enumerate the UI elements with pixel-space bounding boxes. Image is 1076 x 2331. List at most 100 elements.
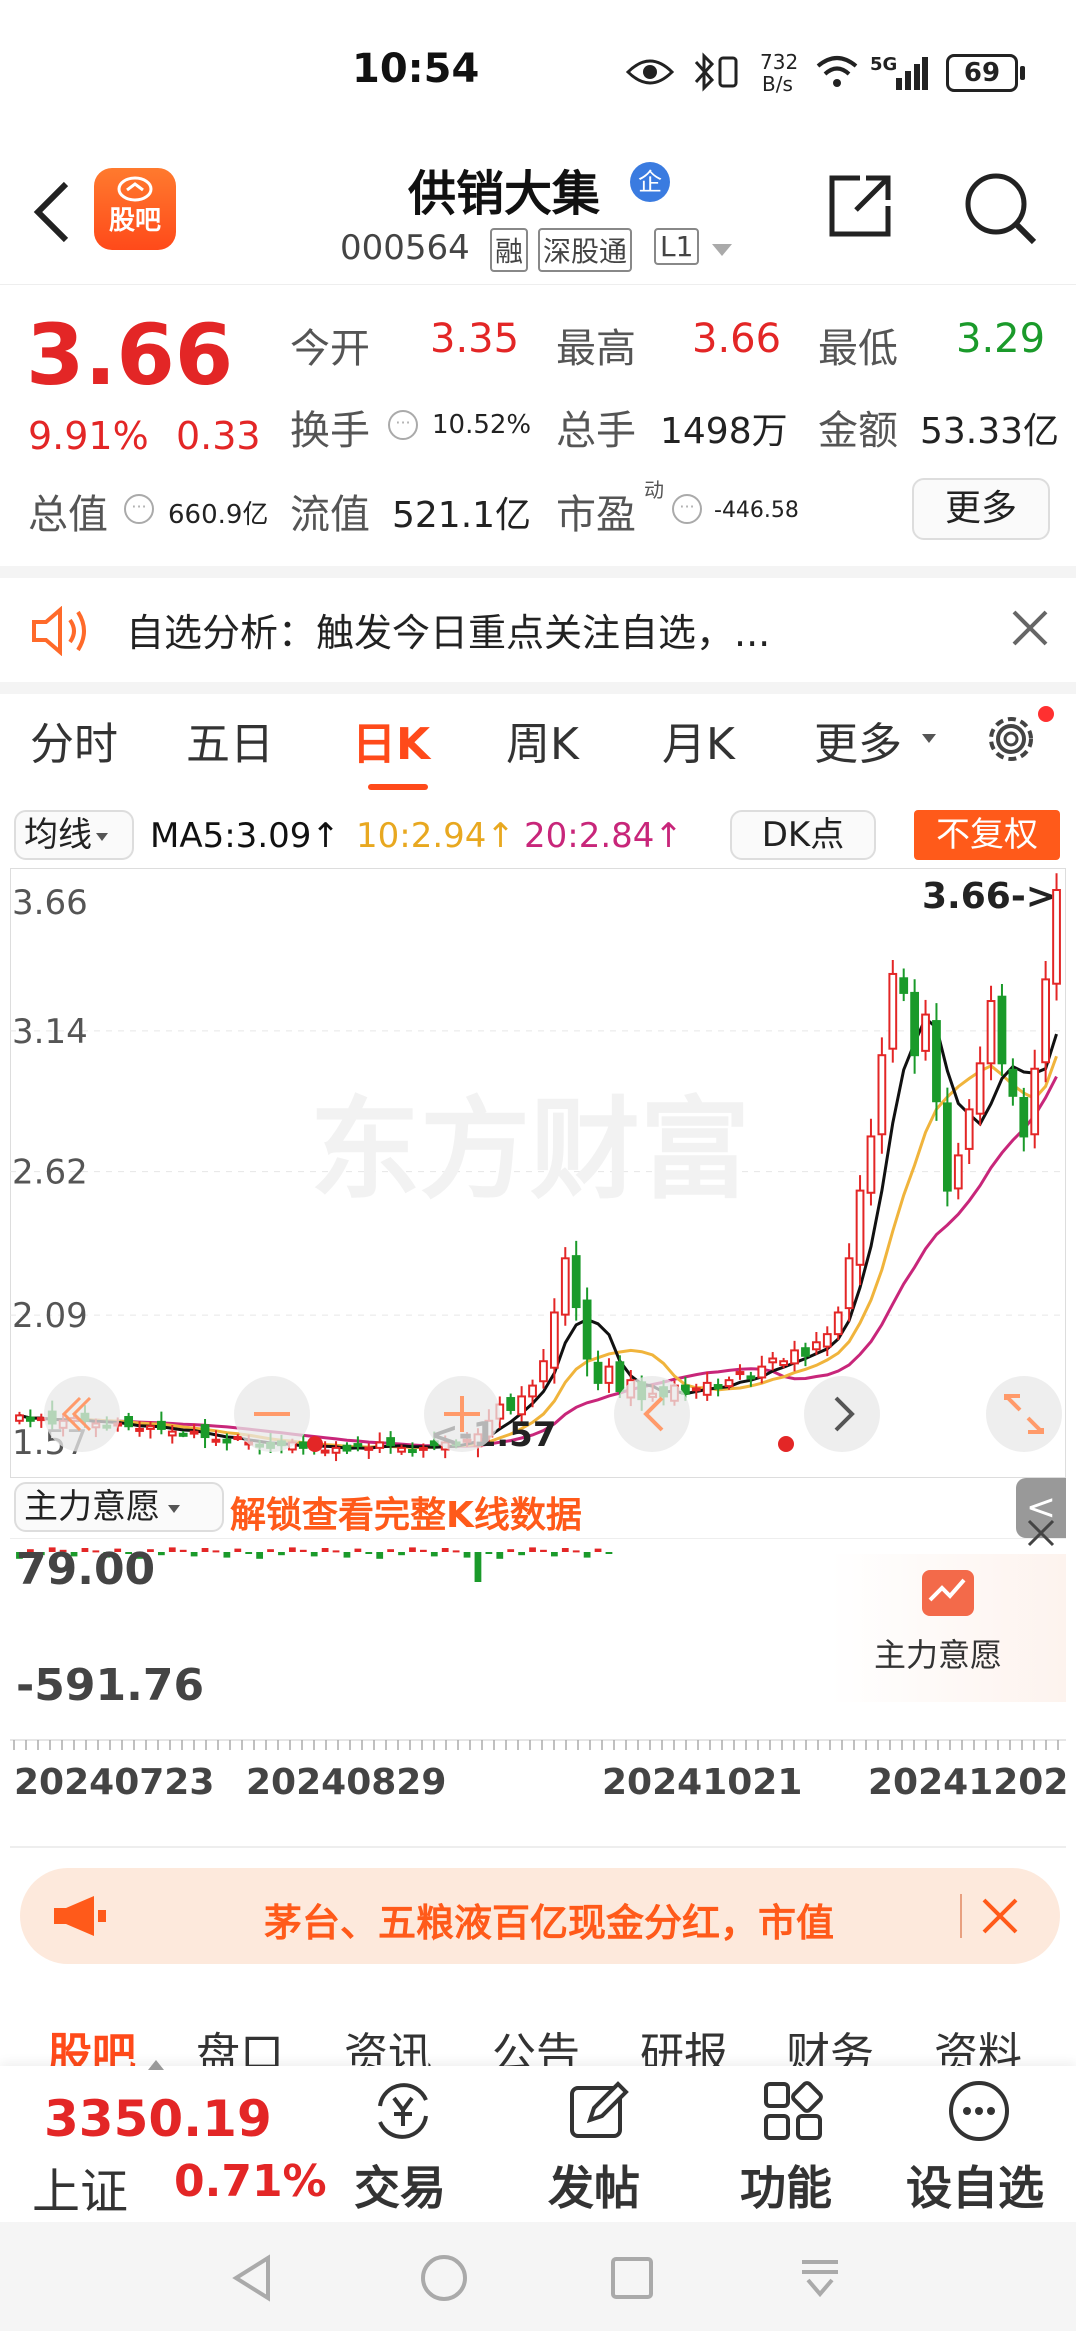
candle-body xyxy=(156,1420,166,1430)
candle-body xyxy=(757,1365,767,1379)
eye-icon xyxy=(626,59,674,85)
candle-body xyxy=(790,1349,799,1365)
indicator-bar xyxy=(398,1552,405,1556)
indicator-bar xyxy=(387,1549,395,1552)
function-button[interactable]: 功能 xyxy=(740,2152,832,2218)
tab-weekly-k[interactable]: 周K xyxy=(506,708,579,772)
x-tick-label: 20241021 xyxy=(602,1762,802,1803)
scroll-right-button[interactable] xyxy=(804,1376,880,1452)
guba-logo-icon xyxy=(117,176,153,202)
gear-icon[interactable] xyxy=(980,708,1042,770)
scroll-left-button[interactable] xyxy=(614,1376,690,1452)
candle-body xyxy=(746,1375,756,1380)
candle-body xyxy=(997,995,1007,1065)
candle-body xyxy=(418,1446,428,1451)
candle-body xyxy=(408,1449,417,1454)
ma10-value: 10:2.94↑ xyxy=(356,816,515,856)
more-button[interactable]: 更多 xyxy=(912,478,1050,540)
search-icon[interactable] xyxy=(960,168,1040,248)
nav-home-icon[interactable] xyxy=(420,2254,468,2302)
tab-monthly-k[interactable]: 月K xyxy=(662,708,735,772)
indicator-bar xyxy=(485,1552,493,1554)
promo-banner[interactable]: 茅台、五粮液百亿现金分红，市值 xyxy=(20,1868,1060,1964)
tab-intraday[interactable]: 分时 xyxy=(30,708,118,772)
candle-body xyxy=(178,1432,188,1437)
candle-body xyxy=(866,1135,876,1194)
indicator-bar xyxy=(496,1552,504,1559)
signal-dot xyxy=(307,1436,323,1452)
close-icon[interactable] xyxy=(1010,608,1050,648)
open-value: 3.35 xyxy=(430,316,520,362)
nav-recents-icon[interactable] xyxy=(610,2256,654,2300)
high-value: 3.66 xyxy=(692,316,782,362)
back-to-start-button[interactable] xyxy=(44,1376,120,1452)
caret-down-icon xyxy=(168,1504,180,1513)
high-label: 最高 xyxy=(556,326,636,372)
candle-body xyxy=(615,1361,625,1393)
share-icon[interactable] xyxy=(826,170,896,240)
notice-bar[interactable]: 自选分析：触发今日重点关注自选，... xyxy=(0,578,1076,682)
indicator-bottom-value: -591.76 xyxy=(16,1660,205,1711)
indicator-bar xyxy=(256,1552,264,1559)
chevron-down-icon[interactable] xyxy=(712,244,732,256)
ma-selector[interactable]: 均线 xyxy=(14,810,134,860)
candle-body xyxy=(211,1438,221,1443)
pe-info-icon[interactable]: ··· xyxy=(672,494,702,524)
ma-bar: 均线 MA5:3.09↑ 10:2.94↑ 20:2.84↑ DK点 不复权 xyxy=(0,806,1076,864)
tab-more[interactable]: 更多 xyxy=(814,708,902,772)
candle-body xyxy=(353,1443,363,1448)
index-pct[interactable]: 0.71% xyxy=(174,2156,327,2207)
candle-body xyxy=(25,1416,35,1422)
float-value: 521.1亿 xyxy=(392,495,532,536)
indicator-bar xyxy=(430,1552,438,1557)
fq-button[interactable]: 不复权 xyxy=(914,810,1060,860)
zoom-in-button[interactable] xyxy=(424,1376,500,1452)
candle-body xyxy=(724,1379,734,1388)
turnover-label: 换手 xyxy=(290,408,370,454)
trade-button[interactable]: 交易 xyxy=(354,2152,446,2218)
megaphone-icon xyxy=(54,1896,106,1936)
caret-down-icon xyxy=(922,734,936,743)
tab-five-day[interactable]: 五日 xyxy=(186,708,274,772)
turnover-info-icon[interactable]: ··· xyxy=(388,410,418,440)
nav-back-icon[interactable] xyxy=(230,2254,274,2302)
indicator-bar xyxy=(452,1550,460,1553)
indicator-bar xyxy=(343,1552,351,1558)
candle-body xyxy=(1008,1068,1018,1097)
guba-logo[interactable]: 股吧 xyxy=(94,168,176,250)
k-line-chart[interactable]: 东方财富 3.663.142.622.091.57 3.66-> <-1.57 xyxy=(10,868,1066,1478)
close-icon[interactable] xyxy=(1026,1518,1056,1548)
indicator-bar xyxy=(550,1552,558,1557)
candle-body xyxy=(124,1416,134,1428)
tab-daily-k[interactable]: 日K xyxy=(352,708,430,772)
index-name[interactable]: 上证 xyxy=(32,2152,128,2222)
close-icon[interactable] xyxy=(980,1896,1020,1936)
net-speed-top: 732 xyxy=(760,50,799,74)
add-watchlist-button[interactable]: 设自选 xyxy=(906,2152,1044,2218)
candle-body xyxy=(298,1441,308,1449)
float-label: 流值 xyxy=(290,492,370,538)
divider xyxy=(0,682,1076,694)
period-tabs: 分时 五日 日K 周K 月K 更多 xyxy=(0,706,1076,790)
nav-dropdown-icon[interactable] xyxy=(796,2254,844,2302)
zoom-out-button[interactable] xyxy=(234,1376,310,1452)
indicator-bar xyxy=(321,1548,329,1552)
indicator-bar xyxy=(540,1549,547,1552)
unlock-link[interactable]: 解锁查看完整K线数据 xyxy=(230,1486,582,1538)
bottom-action-bar: 3350.19 上证 0.71% 交易 发帖 功能 设自选 xyxy=(0,2060,1076,2222)
y-tick-label: 3.66 xyxy=(12,883,88,923)
indicator-selector[interactable]: 主力意愿 xyxy=(14,1482,224,1532)
index-value[interactable]: 3350.19 xyxy=(44,2090,272,2148)
wifi-icon xyxy=(816,56,858,87)
dk-selector[interactable]: DK点 xyxy=(730,810,876,860)
quote-panel: 3.66 9.91% 0.33 今开 3.35 最高 3.66 最低 3.29 … xyxy=(0,286,1076,566)
back-arrow-icon[interactable] xyxy=(30,180,72,244)
post-button[interactable]: 发帖 xyxy=(548,2152,640,2218)
candle-body xyxy=(735,1371,745,1376)
mktcap-info-icon[interactable]: ··· xyxy=(124,494,154,524)
indicator-bar xyxy=(507,1549,515,1552)
caret-up-icon xyxy=(148,2060,164,2070)
fullscreen-icon[interactable] xyxy=(986,1376,1062,1452)
candle-body xyxy=(15,1414,24,1422)
indicator-badge[interactable]: 主力意愿 xyxy=(830,1519,1066,1702)
